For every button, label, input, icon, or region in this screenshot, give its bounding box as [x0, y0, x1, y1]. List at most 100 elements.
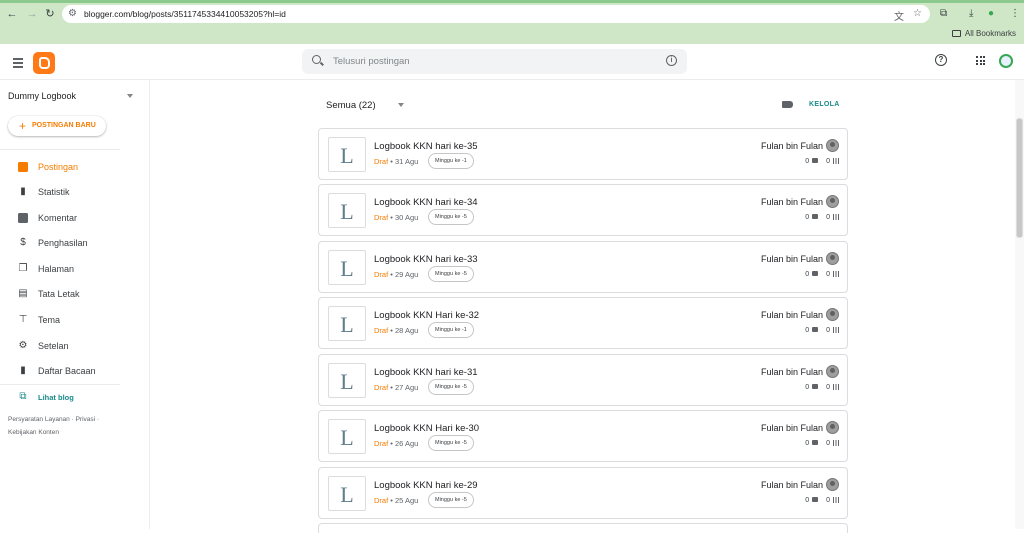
label-icon[interactable] [782, 101, 793, 108]
view-blog-link[interactable]: ⧉ Lihat blog [0, 389, 150, 407]
search-input[interactable]: Telusuri postingan [333, 56, 410, 67]
site-info-icon[interactable]: ⚙ [68, 8, 77, 19]
post-stats: 00 [805, 214, 839, 221]
dollar-icon: $ [20, 237, 26, 248]
post-row[interactable]: L Logbook KKN hari ke-31 Draf • 27 Agu M… [318, 354, 848, 406]
sidebar-item-stats[interactable]: ▮ Statistik [0, 184, 150, 202]
hamburger-menu-icon[interactable] [13, 58, 23, 70]
reload-icon[interactable]: ↻ [44, 8, 56, 20]
post-row[interactable]: L Logbook KKN Hari ke-32 Draf • 28 Agu M… [318, 297, 848, 349]
post-meta: Draf • 28 Agu [374, 326, 419, 335]
post-title[interactable]: Logbook KKN hari ke-33 [374, 254, 478, 265]
post-label-chip[interactable]: Minggu ke -5 [428, 266, 474, 282]
post-author: Fulan bin Fulan [760, 141, 823, 151]
post-row[interactable]: L Logbook KKN hari ke-29 Draf • 25 Agu M… [318, 467, 848, 519]
browser-chrome: ← → ↻ ⚙ blogger.com/blog/posts/351174533… [0, 0, 1024, 44]
sidebar-footer: Persyaratan Layanan · Privasi · Kebijaka… [8, 416, 100, 436]
bookmark-icon: ▮ [20, 365, 26, 376]
post-label-chip[interactable]: Minggu ke -1 [428, 153, 474, 169]
post-label-chip[interactable]: Minggu ke -5 [428, 492, 474, 508]
author-avatar [826, 421, 839, 434]
post-thumbnail: L [328, 306, 366, 341]
sidebar-item-settings[interactable]: ⚙ Setelan [0, 338, 150, 356]
views-bar-icon [833, 384, 839, 390]
author-avatar [826, 365, 839, 378]
search-bar[interactable]: Telusuri postingan i [302, 49, 687, 74]
sidebar-item-posts[interactable]: Postingan [0, 159, 150, 177]
chevron-down-icon[interactable] [398, 103, 404, 107]
post-thumbnail: L [328, 419, 366, 454]
address-bar[interactable]: ⚙ blogger.com/blog/posts/351174533441005… [62, 5, 930, 23]
blog-selector[interactable]: Dummy Logbook [8, 91, 76, 101]
chevron-down-icon[interactable] [127, 94, 133, 98]
forward-icon[interactable]: → [26, 8, 38, 20]
post-title[interactable]: Logbook KKN hari ke-31 [374, 367, 478, 378]
comment-icon [812, 384, 819, 389]
all-bookmarks[interactable]: All Bookmarks [951, 29, 1016, 38]
sidebar-item-pages[interactable]: ❐ Halaman [0, 261, 150, 279]
menu-dots-icon[interactable]: ⋮ [1010, 8, 1020, 20]
tab-strip-line [0, 0, 1024, 3]
account-avatar[interactable] [999, 54, 1013, 68]
post-label-chip[interactable]: Minggu ke -5 [428, 209, 474, 225]
post-title[interactable]: Logbook KKN hari ke-35 [374, 141, 478, 152]
views-bar-icon [833, 271, 839, 277]
stats-icon: ▮ [20, 186, 26, 197]
bookmark-star-icon[interactable]: ☆ [913, 8, 922, 19]
post-title[interactable]: Logbook KKN Hari ke-32 [374, 310, 479, 321]
apps-grid-icon[interactable] [976, 56, 985, 65]
post-stats: 00 [805, 384, 839, 391]
back-icon[interactable]: ← [6, 8, 18, 20]
post-row[interactable]: L Logbook KKN hari ke-34 Draf • 30 Agu M… [318, 184, 848, 236]
post-title[interactable]: Logbook KKN Hari ke-30 [374, 423, 479, 434]
sidebar-item-reading-list[interactable]: ▮ Daftar Bacaan [0, 363, 150, 381]
scrollbar-thumb[interactable] [1016, 118, 1023, 238]
sidebar-item-comments[interactable]: Komentar [0, 210, 150, 228]
comment-icon [812, 497, 819, 502]
post-author: Fulan bin Fulan [760, 310, 823, 320]
post-row[interactable]: L Logbook KKN hari ke-33 Draf • 29 Agu M… [318, 241, 848, 293]
post-title[interactable]: Logbook KKN hari ke-29 [374, 480, 478, 491]
page-scrollbar[interactable] [1015, 80, 1024, 529]
sidebar-item-earnings[interactable]: $ Penghasilan [0, 235, 150, 253]
post-stats: 00 [805, 327, 839, 334]
privacy-link[interactable]: Privasi [76, 416, 96, 423]
terms-link[interactable]: Persyaratan Layanan [8, 416, 70, 423]
post-filter-dropdown[interactable]: Semua (22) [326, 100, 376, 111]
comment-icon [812, 271, 819, 276]
plus-icon: + [19, 119, 27, 133]
author-avatar [826, 308, 839, 321]
help-icon[interactable]: ? [935, 54, 947, 66]
post-row[interactable] [318, 523, 848, 533]
blogger-logo[interactable] [33, 52, 55, 74]
post-row[interactable]: L Logbook KKN hari ke-35 Draf • 31 Agu M… [318, 128, 848, 180]
post-stats: 00 [805, 271, 839, 278]
sidebar-item-theme[interactable]: ⊤ Tema [0, 312, 150, 330]
post-author: Fulan bin Fulan [760, 254, 823, 264]
translate-icon[interactable]: 文 [894, 8, 904, 23]
comment-icon [812, 214, 819, 219]
post-label-chip[interactable]: Minggu ke -1 [428, 322, 474, 338]
info-icon[interactable]: i [666, 55, 677, 66]
post-title[interactable]: Logbook KKN hari ke-34 [374, 197, 478, 208]
comment-icon [812, 327, 819, 332]
new-post-button[interactable]: + POSTINGAN BARU [8, 116, 106, 136]
profile-icon[interactable]: ● [988, 8, 994, 20]
sidebar-item-layout[interactable]: ▤ Tata Letak [0, 286, 150, 304]
post-label-chip[interactable]: Minggu ke -5 [428, 379, 474, 395]
views-bar-icon [833, 497, 839, 503]
views-bar-icon [833, 214, 839, 220]
manage-button[interactable]: KELOLA [809, 101, 840, 108]
extensions-icon[interactable]: ⧉ [940, 8, 947, 20]
post-label-chip[interactable]: Minggu ke -5 [428, 435, 474, 451]
views-bar-icon [833, 327, 839, 333]
post-meta: Draf • 29 Agu [374, 270, 419, 279]
content-policy-link[interactable]: Kebijakan Konten [8, 429, 59, 436]
post-author: Fulan bin Fulan [760, 367, 823, 377]
post-meta: Draf • 25 Agu [374, 496, 419, 505]
download-icon[interactable]: ⤓ [969, 8, 973, 20]
views-bar-icon [833, 158, 839, 164]
open-external-icon: ⧉ [19, 391, 27, 402]
post-row[interactable]: L Logbook KKN Hari ke-30 Draf • 26 Agu M… [318, 410, 848, 462]
post-meta: Draf • 30 Agu [374, 213, 419, 222]
